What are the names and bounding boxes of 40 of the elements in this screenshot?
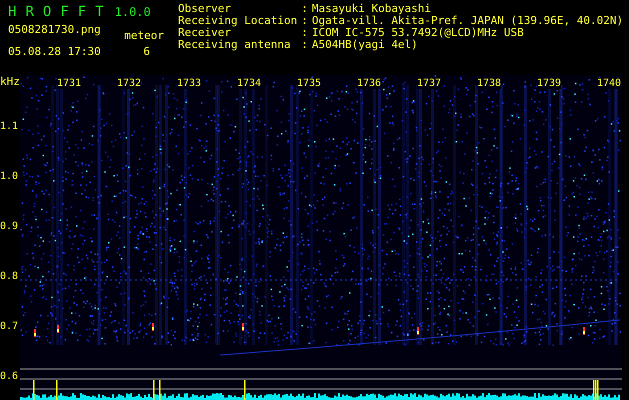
time-label: 1736 — [357, 78, 382, 89]
version-label: 1.0.0 — [114, 4, 151, 18]
time-label: 1740 — [597, 78, 622, 89]
frequency-label: 1.0 — [0, 171, 18, 182]
app-title-letter: F — [78, 4, 86, 20]
meteor-count: 6 — [143, 46, 150, 58]
app-title-letter: R — [25, 4, 34, 20]
info-separator: : — [301, 15, 308, 27]
frequency-label: 0.8 — [0, 271, 18, 282]
info-value: A504HB(yagi 4el) — [312, 39, 419, 51]
time-label: 1739 — [537, 78, 562, 89]
frequency-label: 0.9 — [0, 221, 18, 232]
info-separator: : — [301, 39, 308, 51]
time-label: 1734 — [237, 78, 262, 89]
info-label: Receiving Location — [178, 15, 298, 27]
info-separator: : — [301, 3, 308, 15]
frequency-label: 0.6 — [0, 371, 18, 382]
meteor-label: meteor — [124, 30, 164, 42]
info-label: Receiver — [178, 27, 231, 39]
info-value: Masayuki Kobayashi — [312, 3, 432, 15]
app-title-letter: T — [95, 4, 104, 20]
date-time: 05.08.28 17:30 — [8, 46, 101, 58]
time-label: 1733 — [177, 78, 202, 89]
info-value: ICOM IC-575 53.7492(@LCD)MHz USB — [312, 27, 525, 39]
file-name: 0508281730.png — [8, 24, 101, 38]
time-label: 1732 — [117, 78, 142, 89]
app-title-letter: H — [8, 4, 16, 20]
info-label: Receiving antenna — [178, 39, 292, 51]
info-label: Observer — [178, 3, 232, 15]
unit-label: kHz — [0, 75, 20, 88]
info-value: Ogata-vill. Akita-Pref. JAPAN (139.96E, 40.02N) — [312, 15, 624, 27]
time-label: 1731 — [57, 78, 82, 89]
time-label: 1738 — [477, 78, 502, 89]
app-title-letter: O — [42, 4, 52, 20]
info-separator: : — [301, 27, 308, 39]
frequency-label: 0.7 — [0, 321, 18, 332]
app-title-letter: F — [60, 4, 69, 20]
time-label: 1735 — [297, 78, 322, 89]
frequency-label: 1.1 — [0, 121, 18, 132]
time-label: 1737 — [417, 78, 442, 89]
